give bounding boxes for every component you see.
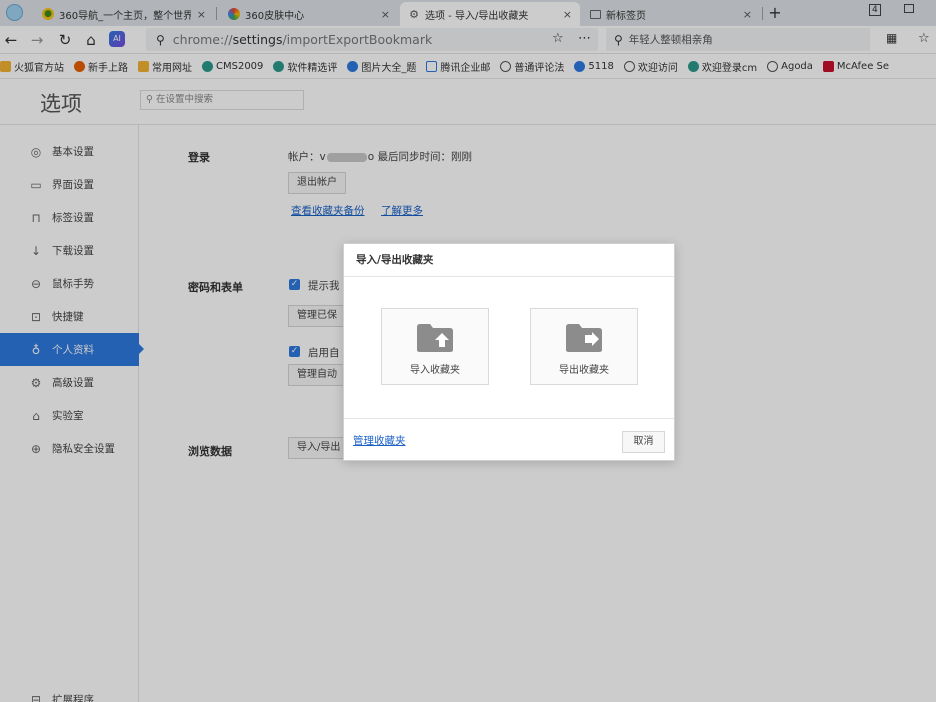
cancel-button[interactable]: 取消 (622, 431, 665, 453)
import-export-dialog: 导入/导出收藏夹 导入收藏夹 导出收藏夹 管理收藏夹 取消 (343, 243, 675, 461)
folder-import-icon (416, 323, 454, 356)
manage-bookmarks-link[interactable]: 管理收藏夹 (353, 433, 406, 448)
export-bookmarks-button[interactable]: 导出收藏夹 (530, 308, 638, 385)
dialog-title: 导入/导出收藏夹 (344, 244, 674, 277)
import-label: 导入收藏夹 (410, 365, 460, 376)
import-bookmarks-button[interactable]: 导入收藏夹 (381, 308, 489, 385)
folder-export-icon (565, 323, 603, 356)
export-label: 导出收藏夹 (559, 365, 609, 376)
dialog-footer: 管理收藏夹 取消 (344, 418, 674, 461)
